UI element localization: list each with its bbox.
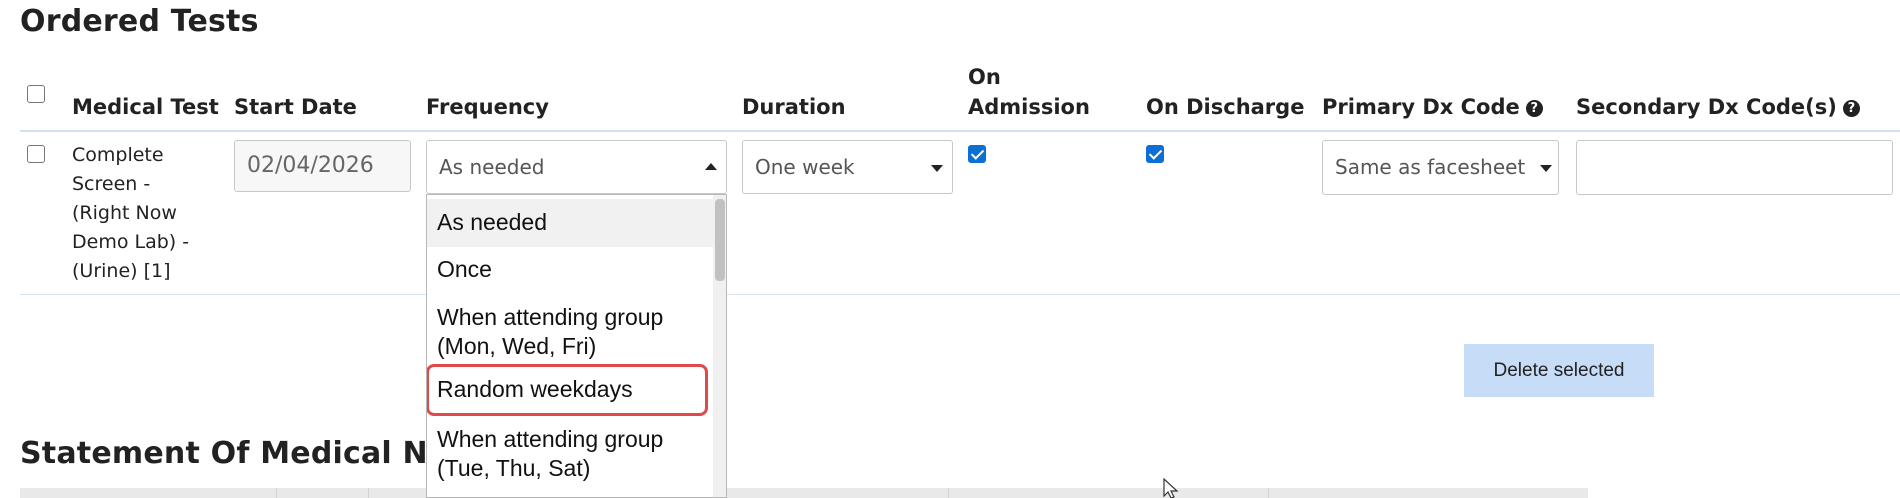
dropdown-scrollbar-thumb[interactable] (715, 199, 725, 281)
header-on-admission-line2: Admission (968, 95, 1090, 119)
medical-test-line: (Urine) [1] (72, 260, 171, 282)
primary-dx-value: Same as facesheet (1335, 155, 1526, 179)
chevron-down-icon (1540, 165, 1552, 172)
header-duration: Duration (742, 95, 846, 119)
frequency-option-line: When attending group (437, 304, 664, 330)
start-date-value: 02/04/2026 (247, 153, 374, 178)
medical-test-line: Demo Lab) - (72, 231, 190, 253)
column-separator (276, 488, 277, 498)
header-start-date: Start Date (234, 95, 357, 119)
header-divider (20, 130, 1900, 132)
dropdown-scrollbar[interactable] (713, 195, 726, 497)
frequency-option[interactable]: Once (427, 247, 713, 293)
medical-test-line: Complete (72, 144, 164, 166)
frequency-select[interactable]: As needed (426, 140, 727, 194)
header-frequency: Frequency (426, 95, 549, 119)
duration-select[interactable]: One week (742, 140, 953, 194)
column-separator (1268, 488, 1269, 498)
header-primary-dx: Primary Dx Code? (1322, 92, 1543, 122)
delete-selected-button[interactable]: Delete selected (1464, 344, 1654, 397)
on-discharge-checkbox[interactable] (1146, 145, 1164, 163)
header-secondary-dx-label: Secondary Dx Code(s) (1576, 95, 1837, 119)
frequency-option-line: (Mon, Wed, Fri) (437, 333, 597, 359)
frequency-option-line: Once (437, 256, 492, 282)
header-on-admission-line1: On (968, 65, 1001, 89)
chevron-up-icon (705, 163, 717, 170)
on-admission-checkbox[interactable] (968, 145, 986, 163)
frequency-option-line: As needed (437, 209, 547, 235)
selection-highlight-frame (427, 364, 708, 416)
statement-title: Statement Of Medical Ne (20, 436, 449, 471)
column-separator (948, 488, 949, 498)
frequency-dropdown-list[interactable]: As needed Once When attending group (Mon… (426, 194, 727, 498)
column-separator (368, 488, 369, 498)
frequency-option[interactable]: As needed (427, 199, 713, 247)
duration-value: One week (755, 155, 855, 179)
row-divider (20, 294, 1900, 295)
header-medical-test: Medical Test (72, 95, 219, 119)
row-select-checkbox[interactable] (27, 145, 45, 163)
frequency-value: As needed (439, 155, 545, 179)
secondary-dx-input[interactable] (1576, 140, 1893, 195)
medical-test-cell: Complete Screen - (Right Now Demo Lab) -… (72, 141, 189, 286)
frequency-option[interactable]: When attending group (Mon, Wed, Fri) (427, 293, 713, 359)
statement-table-header (20, 488, 1588, 498)
frequency-option-line: When attending group (437, 426, 664, 452)
mouse-pointer-icon (1163, 478, 1179, 498)
medical-test-line: (Right Now (72, 202, 177, 224)
medical-test-line: Screen - (72, 173, 151, 195)
frequency-option-line: (Tue, Thu, Sat) (437, 455, 591, 481)
ordered-tests-title: Ordered Tests (20, 4, 259, 39)
help-icon[interactable]: ? (1525, 100, 1543, 117)
frequency-option[interactable]: When attending group (Tue, Thu, Sat) (427, 417, 713, 489)
select-all-checkbox[interactable] (27, 85, 45, 103)
help-icon[interactable]: ? (1842, 100, 1860, 117)
start-date-input[interactable]: 02/04/2026 (234, 140, 411, 192)
header-on-discharge: On Discharge (1146, 95, 1305, 119)
header-primary-dx-label: Primary Dx Code (1322, 95, 1520, 119)
header-secondary-dx: Secondary Dx Code(s)? (1576, 92, 1860, 122)
chevron-down-icon (931, 165, 943, 172)
primary-dx-select[interactable]: Same as facesheet (1322, 140, 1559, 195)
